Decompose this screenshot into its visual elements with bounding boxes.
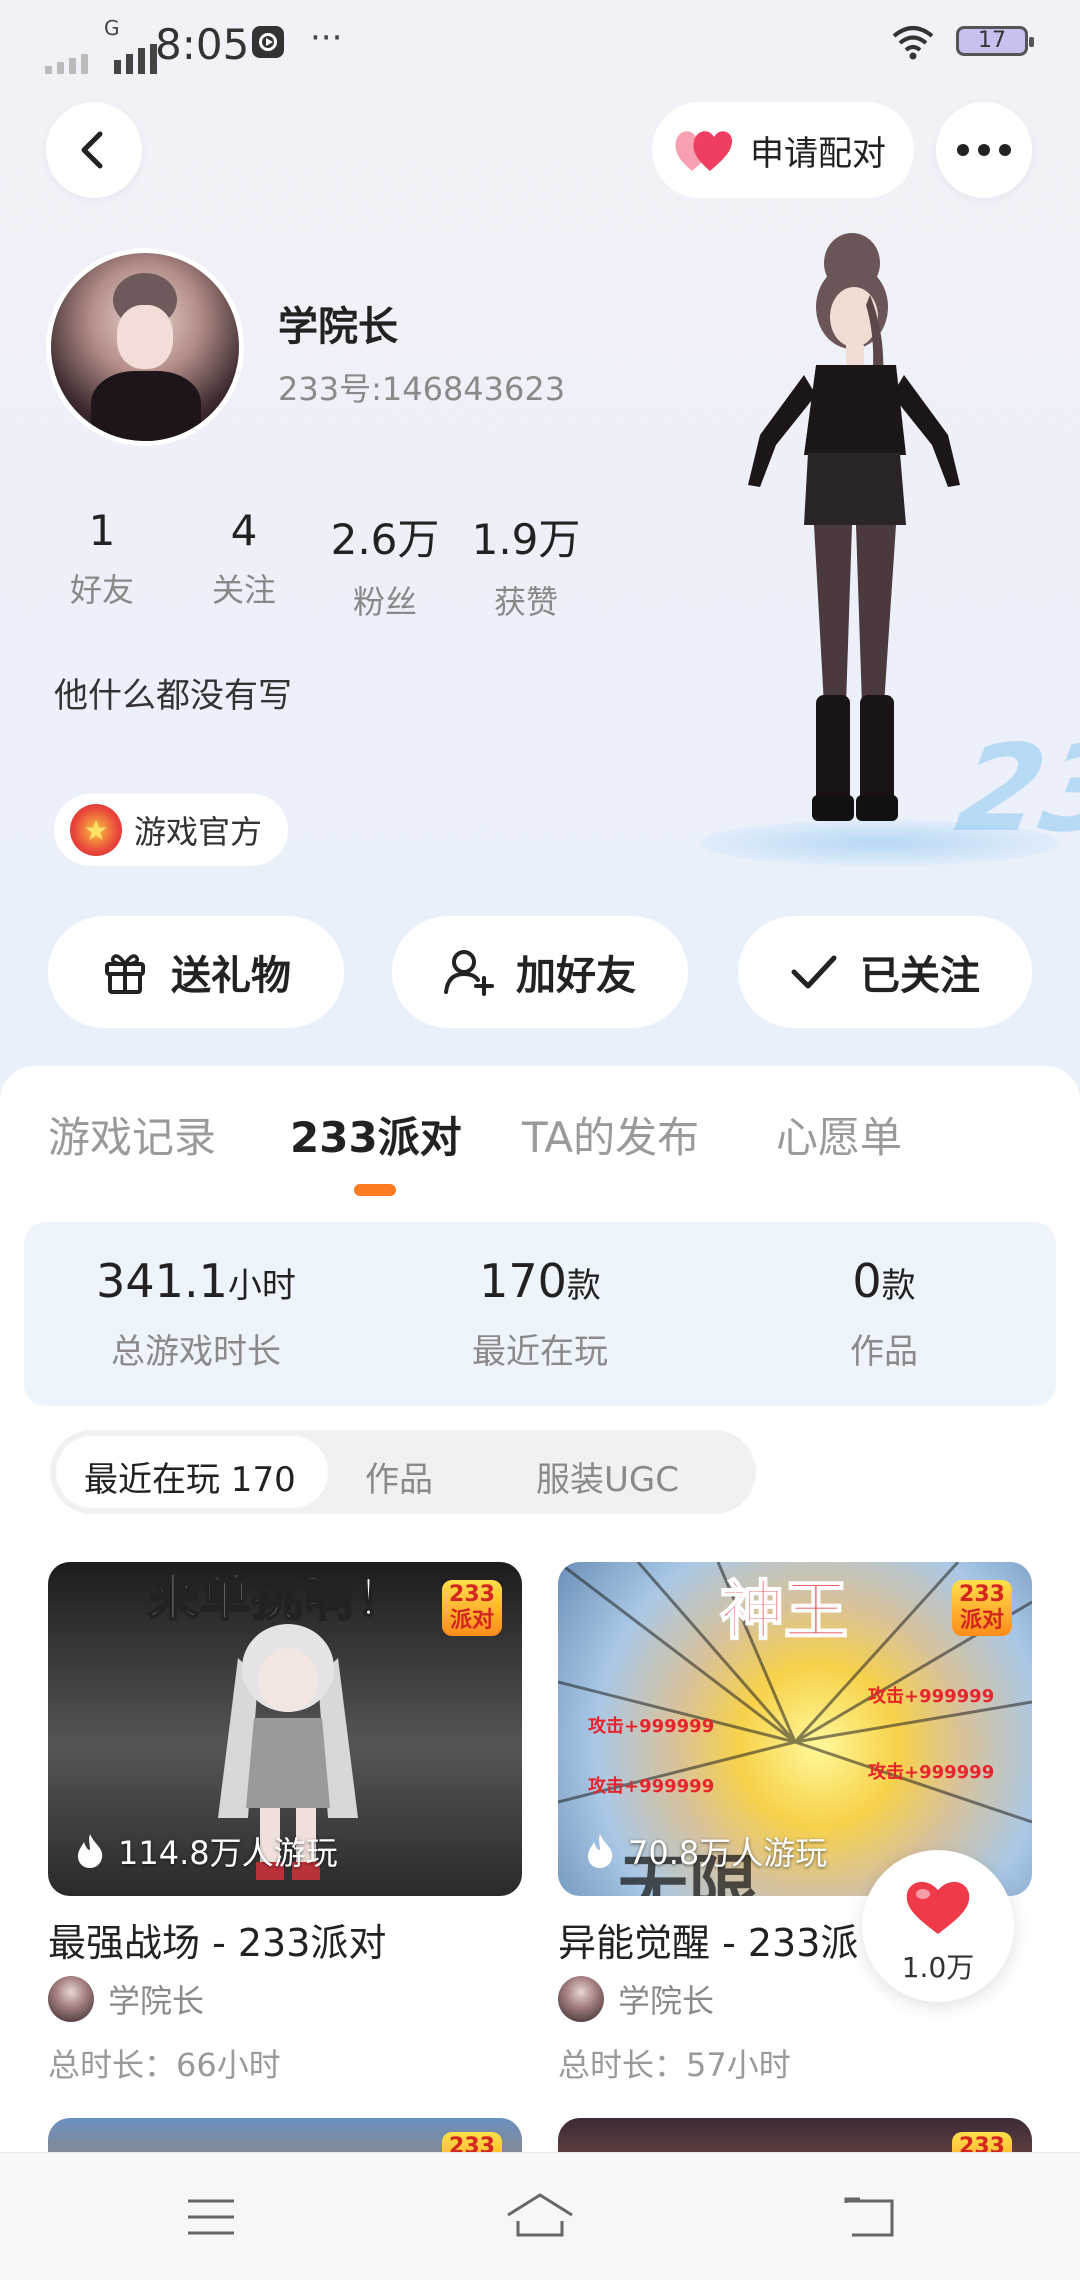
233-party-logo: 233 派对: [442, 1580, 502, 1636]
more-dots-icon: [957, 144, 1011, 156]
apply-pair-label: 申请配对: [750, 133, 886, 174]
author-name: 学院长: [108, 1982, 205, 2020]
back-arrow-icon: [81, 131, 103, 169]
heart-icon: [906, 1881, 970, 1934]
attack-text: 攻击+999999: [868, 1762, 995, 1783]
followed-button[interactable]: 已关注: [738, 916, 1032, 1028]
author-name: 学院长: [618, 1982, 715, 2020]
thumbnail-banner-text: 神王: [719, 1574, 849, 1650]
system-navigation-bar: [0, 2152, 1080, 2280]
author-avatar: [558, 1976, 604, 2022]
stat-value: 2.6万: [330, 515, 440, 564]
play-count-text: 114.8万人游玩: [118, 1834, 338, 1872]
game-card-thumbnail[interactable]: 神王 233 派对 攻击+999999 攻击+999999 攻击+999999 …: [558, 1562, 1032, 1896]
add-friend-button[interactable]: 加好友: [392, 916, 688, 1028]
tab-233-party[interactable]: 233派对: [290, 1104, 462, 1165]
flame-icon: [78, 1834, 103, 1868]
attack-text: 攻击+999999: [868, 1686, 995, 1707]
more-options-button[interactable]: [936, 102, 1032, 198]
attack-text: 攻击+999999: [588, 1776, 715, 1797]
like-count: 1.0万: [901, 1951, 975, 1984]
segment-costume-ugc[interactable]: 服装UGC: [536, 1452, 679, 1501]
battery-indicator: 17: [956, 26, 1034, 56]
add-user-icon: [444, 950, 494, 996]
play-count-text: 70.8万人游玩: [628, 1834, 828, 1872]
active-tab-indicator: [354, 1184, 396, 1196]
play-count: 114.8万人游玩: [74, 1828, 338, 1874]
add-friend-label: 加好友: [516, 953, 636, 999]
summary-value: 170: [479, 1254, 567, 1308]
user-id: 233号:146843623: [278, 370, 566, 408]
home-icon[interactable]: [504, 2191, 576, 2241]
game-card-thumbnail[interactable]: 来单挑啊！ 233 派对 114.8万人游玩: [48, 1562, 522, 1896]
tab-ta-posts[interactable]: TA的发布: [522, 1104, 699, 1165]
game-card-author[interactable]: 学院长: [558, 1976, 714, 2022]
summary-value: 0: [852, 1254, 882, 1308]
gift-icon: [105, 954, 145, 994]
summary-unit: 款: [566, 1266, 601, 1306]
wifi-icon: [892, 26, 934, 60]
tab-game-records[interactable]: 游戏记录: [48, 1104, 216, 1165]
game-card-playtime: 总时长：57小时: [558, 2046, 791, 2084]
media-notification-icon: [252, 26, 284, 58]
summary-label: 总游戏时长: [111, 1332, 281, 1372]
game-card-title[interactable]: 最强战场 - 233派对: [48, 1912, 522, 1967]
author-avatar: [48, 1976, 94, 2022]
segment-works[interactable]: 作品: [365, 1452, 433, 1501]
official-badge[interactable]: ★ 游戏官方: [54, 794, 289, 866]
summary-label: 最近在玩: [472, 1332, 608, 1372]
tab-wishlist[interactable]: 心愿单: [776, 1104, 902, 1165]
heart-icon: [675, 131, 732, 171]
game-card-playtime: 总时长：66小时: [48, 2046, 281, 2084]
summary-recent-games: 170款 最近在玩: [410, 1254, 670, 1373]
stat-value: 1.9万: [471, 515, 581, 564]
stat-label: 粉丝: [352, 583, 417, 621]
game-card-author[interactable]: 学院长: [48, 1976, 204, 2022]
attack-text: 攻击+999999: [588, 1716, 715, 1737]
send-gift-button[interactable]: 送礼物: [48, 916, 344, 1028]
play-count: 70.8万人游玩: [584, 1828, 827, 1874]
bio-text: 他什么都没有写: [54, 676, 292, 716]
avatar-3d-character[interactable]: [720, 225, 1020, 865]
stat-fans[interactable]: 2.6万 粉丝: [320, 506, 450, 623]
summary-value: 341.1: [96, 1254, 228, 1308]
summary-unit: 小时: [227, 1266, 296, 1306]
stat-label: 获赞: [493, 583, 558, 621]
stat-friends[interactable]: 1 好友: [37, 506, 167, 611]
medal-icon: ★: [70, 804, 122, 856]
like-button[interactable]: 1.0万: [862, 1850, 1014, 2002]
summary-total-hours: 341.1小时 总游戏时长: [66, 1254, 326, 1373]
game-card-title[interactable]: 异能觉醒 - 233派对: [558, 1912, 858, 1967]
status-bar: G 8:05 ··· 17: [0, 0, 1080, 90]
check-icon: [791, 955, 837, 989]
stat-value: 1: [88, 506, 116, 555]
apply-pair-button[interactable]: 申请配对: [652, 102, 914, 198]
stat-value: 4: [230, 506, 258, 555]
summary-label: 作品: [850, 1332, 918, 1372]
back-button[interactable]: [46, 102, 142, 198]
back-nav-icon[interactable]: [842, 2193, 896, 2239]
followed-label: 已关注: [860, 953, 980, 999]
avatar[interactable]: [46, 248, 244, 446]
stat-following[interactable]: 4 关注: [179, 506, 309, 611]
badge-label: 游戏官方: [134, 813, 263, 851]
more-notifications: ···: [310, 18, 343, 58]
stat-label: 好友: [69, 571, 134, 609]
summary-works: 0款 作品: [754, 1254, 1014, 1373]
segment-recent[interactable]: 最近在玩 170: [84, 1452, 296, 1501]
stat-likes[interactable]: 1.9万 获赞: [461, 506, 591, 623]
username: 学院长: [278, 304, 398, 350]
stat-label: 关注: [211, 571, 276, 609]
send-gift-label: 送礼物: [171, 953, 291, 999]
flame-icon: [588, 1834, 613, 1868]
menu-icon[interactable]: [186, 2197, 236, 2237]
233-party-logo: 233 派对: [952, 1580, 1012, 1636]
clock: 8:05: [155, 20, 250, 69]
network-type: G: [104, 16, 120, 40]
summary-unit: 款: [881, 1266, 916, 1306]
